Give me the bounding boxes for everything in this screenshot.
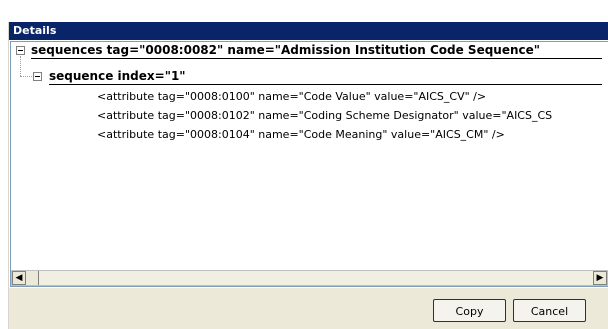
window-title: Details bbox=[9, 22, 608, 40]
copy-button[interactable]: Copy bbox=[433, 299, 506, 322]
button-bar: Copy Cancel bbox=[9, 288, 608, 329]
tree-node-sequence[interactable]: sequence index="1" bbox=[49, 69, 186, 83]
tree-view[interactable]: sequences tag="0008:0082" name="Admissio… bbox=[10, 41, 608, 287]
tree-node-root[interactable]: sequences tag="0008:0082" name="Admissio… bbox=[31, 43, 540, 57]
child-underline bbox=[49, 84, 602, 85]
attribute-line[interactable]: <attribute tag="0008:0104" name="Code Me… bbox=[97, 128, 505, 141]
attribute-line[interactable]: <attribute tag="0008:0100" name="Code Va… bbox=[97, 90, 486, 103]
attribute-line[interactable]: <attribute tag="0008:0102" name="Coding … bbox=[97, 109, 552, 122]
scroll-right-icon[interactable]: ▶ bbox=[593, 271, 607, 285]
collapse-toggle-icon[interactable] bbox=[16, 46, 25, 55]
root-underline bbox=[31, 58, 602, 59]
tree-connector bbox=[20, 56, 21, 76]
details-dialog: Details sequences tag="0008:0082" name="… bbox=[8, 22, 608, 329]
collapse-toggle-icon[interactable] bbox=[33, 72, 42, 81]
tree-connector bbox=[20, 76, 32, 77]
scroll-thumb[interactable] bbox=[26, 271, 39, 285]
horizontal-scrollbar[interactable]: ◀ ▶ bbox=[11, 270, 608, 286]
cancel-button[interactable]: Cancel bbox=[513, 299, 586, 322]
scroll-left-icon[interactable]: ◀ bbox=[12, 271, 26, 285]
